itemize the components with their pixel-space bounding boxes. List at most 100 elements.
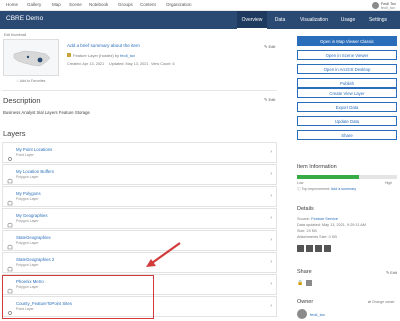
layer-type: Polygon Layer <box>16 219 39 223</box>
nav-map[interactable]: Map <box>52 2 61 7</box>
user-handle: feoll_tox <box>380 5 396 10</box>
facebook-icon[interactable] <box>297 245 304 252</box>
edit-summary-button[interactable]: ✎ Edit <box>264 44 275 49</box>
layer-type: Polygon Layer <box>16 241 39 245</box>
top-improvement: ⓘ Top improvement: Add a summary <box>297 187 356 192</box>
publish-button[interactable]: Publish <box>297 78 397 88</box>
open-map-viewer-classic-button[interactable]: Open in Map Viewer Classic <box>297 36 397 46</box>
change-owner-link[interactable]: ⇄ Change owner <box>368 300 395 304</box>
open-arcgis-desktop-button[interactable]: Open in ArcGIS Desktop <box>297 64 397 74</box>
share-status: 🔒 <box>297 280 313 286</box>
edit-label: Edit <box>268 44 276 49</box>
details-heading: Details <box>297 206 314 212</box>
nav-content[interactable]: Content <box>140 2 156 7</box>
attachments-size: Attachments Size: 0 KB <box>297 235 337 239</box>
owner-heading: Owner <box>297 299 314 305</box>
layer-row[interactable]: My Geographies Polygon Layer › <box>2 208 277 229</box>
edit-label: Edit <box>390 271 397 275</box>
chevron-right-icon: › <box>270 149 272 155</box>
item-title: CBRE Demo <box>6 15 44 22</box>
add-summary-improvement-link[interactable]: Add a summary <box>331 187 356 191</box>
tab-overview[interactable]: Overview <box>237 11 267 29</box>
layer-row[interactable]: My Location Buffers Polygon Layer › <box>2 164 277 185</box>
main-content: Edit thumbnail ☆ Add to Favorites Add a … <box>0 29 400 320</box>
create-view-layer-button[interactable]: Create View Layer <box>297 88 397 98</box>
updated-date: Updated: May 13, 2021 <box>109 62 149 66</box>
layer-type: Point Layer <box>16 153 34 157</box>
owner-name[interactable]: feoll_tox <box>310 312 325 317</box>
chevron-right-icon: › <box>270 237 272 243</box>
layers-heading: Layers <box>3 129 26 138</box>
created-date: Created: Apr 13, 2021 <box>67 62 105 66</box>
nav-scene[interactable]: Scene <box>69 2 82 7</box>
edit-description-button[interactable]: ✎ Edit <box>264 97 275 102</box>
open-scene-viewer-button[interactable]: Open in Scene Viewer <box>297 50 397 60</box>
owner-info[interactable]: feoll_tox <box>297 309 325 319</box>
change-owner-label: Change owner <box>371 300 395 304</box>
owner-avatar <box>297 309 307 319</box>
embed-icon[interactable] <box>324 245 331 252</box>
data-updated: Data updated: May 13, 2021, 9:29:11 AM <box>297 223 366 227</box>
add-favorites-label: Add to Favorites <box>19 79 46 83</box>
tab-usage[interactable]: Usage <box>336 11 360 29</box>
source-value-link[interactable]: Feature Service <box>311 217 338 221</box>
item-header: CBRE Demo Overview Data Visualization Us… <box>0 11 400 29</box>
edit-share-button[interactable]: ✎ Edit <box>386 270 397 275</box>
add-summary-link[interactable]: Add a brief summary about the item <box>67 43 140 48</box>
layer-type: Polygon Layer <box>16 175 39 179</box>
annotation-arrow-icon <box>146 242 181 267</box>
group-icon <box>306 280 313 286</box>
nav-notebook[interactable]: Notebook <box>89 2 108 7</box>
layer-type: Polygon Layer <box>16 263 39 267</box>
tab-visualization[interactable]: Visualization <box>293 11 335 29</box>
item-thumbnail <box>3 39 59 76</box>
link-icon[interactable] <box>315 245 322 252</box>
polygon-layer-icon <box>7 215 13 228</box>
size-info: Size: 24 KB <box>297 229 317 233</box>
chevron-right-icon: › <box>270 281 272 287</box>
tab-settings[interactable]: Settings <box>361 11 395 29</box>
progress-low-label: Low <box>297 181 304 185</box>
layer-name: My Location Buffers <box>16 169 54 174</box>
top-improvement-label: Top improvement: <box>301 187 331 191</box>
add-to-favorites[interactable]: ☆ Add to Favorites <box>16 79 45 83</box>
nav-gallery[interactable]: Gallery <box>27 2 41 7</box>
progress-high-label: High <box>385 181 393 185</box>
user-name: Feoll Tox <box>380 1 396 6</box>
top-navigation: Home Gallery Map Scene Notebook Groups C… <box>0 0 400 11</box>
share-heading: Share <box>297 269 312 275</box>
source-line: Source: Feature Service <box>297 217 338 221</box>
layer-type: Polygon Layer <box>16 197 39 201</box>
tab-data[interactable]: Data <box>268 11 292 29</box>
layer-name: My Geographies <box>16 213 48 218</box>
avatar <box>371 2 379 9</box>
source-label: Source: <box>297 217 311 221</box>
chevron-right-icon: › <box>270 171 272 177</box>
share-button[interactable]: Share <box>297 130 397 140</box>
edit-thumbnail-link[interactable]: Edit thumbnail <box>4 33 26 37</box>
chevron-right-icon: › <box>270 193 272 199</box>
user-menu[interactable]: Feoll Tox feoll_tox <box>371 0 396 11</box>
nav-home[interactable]: Home <box>6 2 18 7</box>
description-text: Business Analyst trial Layers Feature St… <box>3 110 90 115</box>
point-layer-icon <box>7 149 13 161</box>
polygon-layer-icon <box>7 237 13 250</box>
info-progress-track <box>297 175 397 179</box>
export-data-button[interactable]: Export Data <box>297 102 397 112</box>
lock-icon: 🔒 <box>297 280 304 286</box>
layer-row[interactable]: My Point Locations Point Layer › <box>2 142 277 163</box>
nav-groups[interactable]: Groups <box>118 2 133 7</box>
polygon-layer-icon <box>7 193 13 206</box>
layer-name: StateGeographies 2 <box>16 257 55 262</box>
chevron-right-icon: › <box>270 215 272 221</box>
edit-label: Edit <box>268 97 276 102</box>
view-count: View Count: 6 <box>151 62 175 66</box>
divider <box>2 90 277 91</box>
item-type-text: Feature Layer (hosted) by <box>73 53 120 58</box>
twitter-icon[interactable] <box>306 245 313 252</box>
nav-organization[interactable]: Organization <box>166 2 192 7</box>
social-icons <box>297 245 331 252</box>
owner-link[interactable]: feoll_tox <box>120 53 135 58</box>
layer-row[interactable]: My Polygons Polygon Layer › <box>2 186 277 207</box>
update-data-button[interactable]: Update Data <box>297 116 397 126</box>
